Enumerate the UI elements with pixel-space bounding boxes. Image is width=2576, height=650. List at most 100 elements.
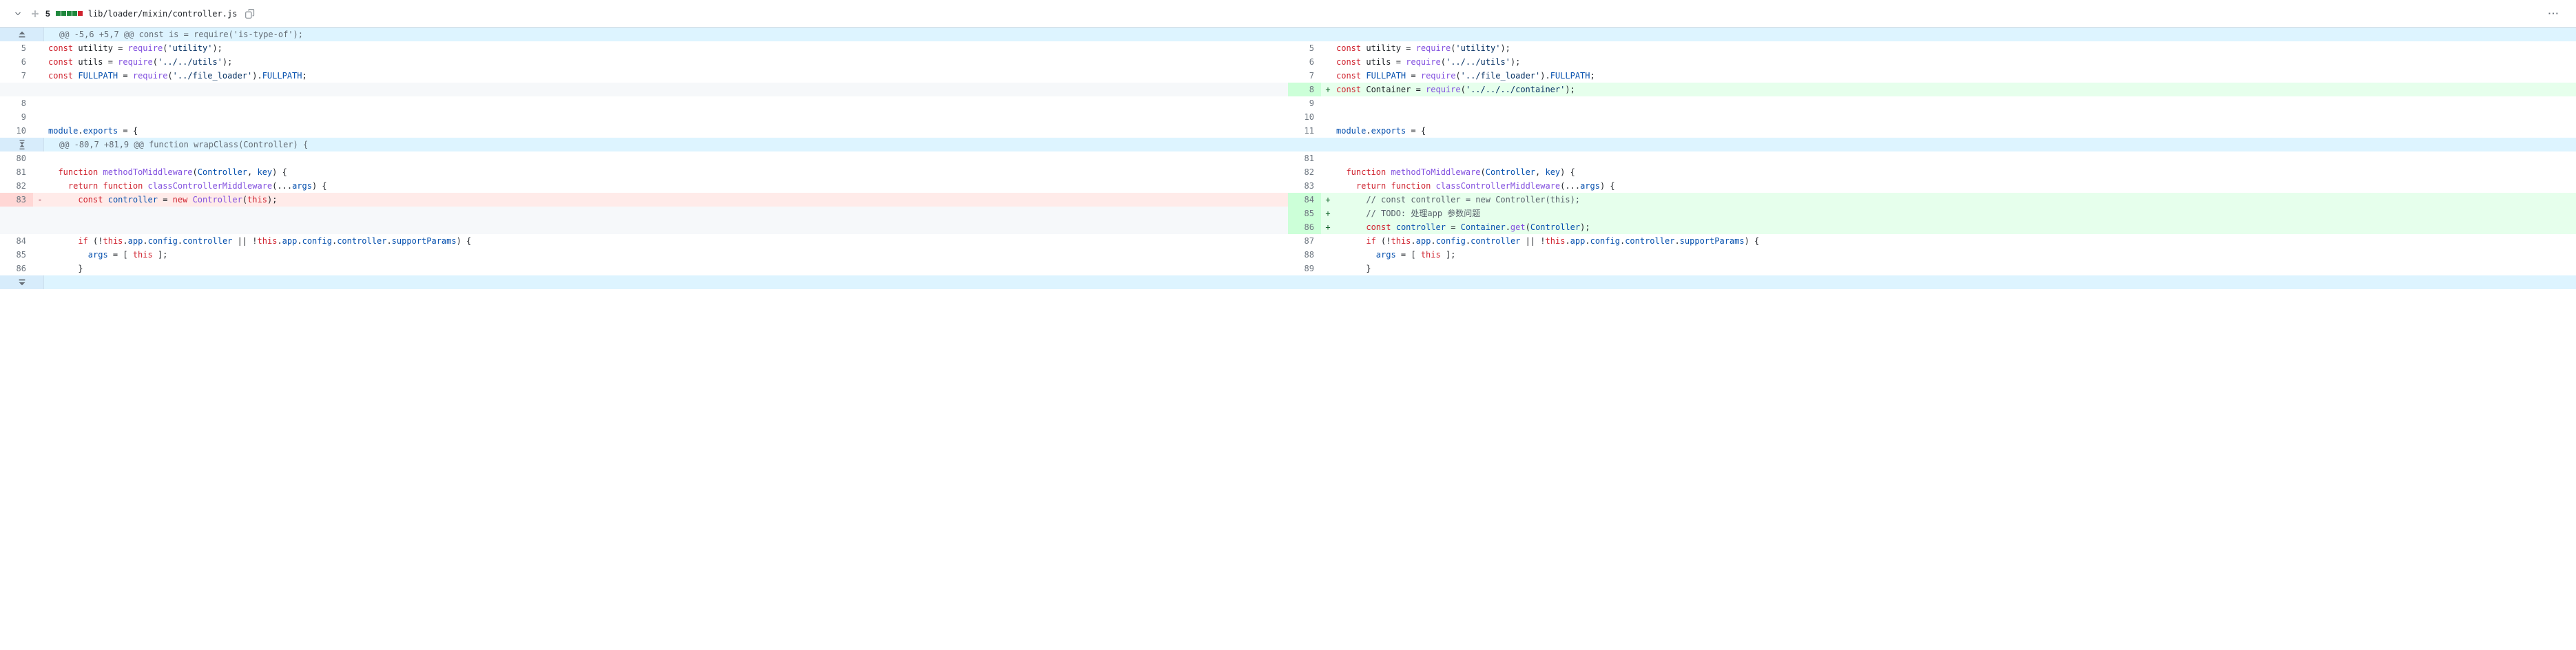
diff-marker: + (1321, 83, 1335, 96)
code-content: } (1335, 262, 2576, 275)
line-number[interactable]: 84 (1288, 193, 1321, 207)
line-number[interactable]: 85 (1288, 207, 1321, 220)
line-number[interactable]: 9 (0, 110, 33, 124)
line-number[interactable]: 80 (0, 151, 33, 165)
diff-line[interactable]: 85 args = [ this ]; (0, 248, 1288, 262)
expand-both-button[interactable] (0, 138, 44, 151)
code-content: const FULLPATH = require('../file_loader… (1335, 69, 2576, 83)
line-number[interactable]: 5 (1288, 41, 1321, 55)
diff-line[interactable]: 8+const Container = require('../../../co… (1288, 83, 2576, 96)
line-number[interactable]: 84 (0, 234, 33, 248)
diff-line[interactable]: 7 const FULLPATH = require('../file_loade… (1288, 69, 2576, 83)
diff-marker (1321, 165, 1335, 179)
diff-line[interactable]: 81 function methodToMiddleware(Controlle… (0, 165, 1288, 179)
diff-count: 5 (45, 9, 50, 19)
line-number[interactable]: 83 (0, 193, 33, 207)
diff-line[interactable]: 9 (0, 110, 1288, 124)
diff-marker (1321, 234, 1335, 248)
diff-line[interactable]: 82 return function classControllerMiddle… (0, 179, 1288, 193)
expand-down-button[interactable] (0, 275, 44, 289)
diff-line[interactable]: 80 (0, 151, 1288, 165)
diff-marker (1321, 55, 1335, 69)
diff-line[interactable]: 11module.exports = { (1288, 124, 2576, 138)
diff-marker (33, 55, 47, 69)
diff-marker (33, 41, 47, 55)
diff-left-side: 8081 function methodToMiddleware(Control… (0, 151, 1288, 275)
code-content: const utility = require('utility'); (47, 41, 1288, 55)
line-number[interactable]: 83 (1288, 179, 1321, 193)
diff-line[interactable] (0, 207, 1288, 220)
diff-line[interactable] (0, 220, 1288, 234)
diff-marker (33, 179, 47, 193)
diff-marker (33, 124, 47, 138)
line-number[interactable]: 5 (0, 41, 33, 55)
line-number[interactable]: 8 (1288, 83, 1321, 96)
line-number[interactable]: 7 (1288, 69, 1321, 83)
diff-line[interactable]: 7const FULLPATH = require('../file_loade… (0, 69, 1288, 83)
code-content: if (!this.app.config.controller || !this… (47, 234, 1288, 248)
line-number[interactable]: 9 (1288, 96, 1321, 110)
diff-line[interactable]: 9 (1288, 96, 2576, 110)
collapse-button[interactable] (11, 7, 25, 21)
expand-down-icon (17, 277, 27, 287)
diff-line[interactable]: 6const utils = require('../../utils'); (0, 55, 1288, 69)
diff-line[interactable]: 88 args = [ this ]; (1288, 248, 2576, 262)
line-number[interactable]: 82 (1288, 165, 1321, 179)
diff-bar-add (67, 11, 72, 16)
diff-line[interactable]: 5const utility = require('utility'); (1288, 41, 2576, 55)
diff-line[interactable]: 85+ // TODO: 处理app 参数问题 (1288, 207, 2576, 220)
expand-up-button[interactable] (0, 28, 44, 41)
diff-marker (1321, 96, 1335, 110)
diff-line[interactable]: 5 const utility = require('utility'); (0, 41, 1288, 55)
code-content: const controller = Container.get(Control… (1335, 220, 2576, 234)
line-number[interactable]: 85 (0, 248, 33, 262)
diff-line[interactable]: 10 (1288, 110, 2576, 124)
line-number[interactable]: 86 (0, 262, 33, 275)
line-number[interactable]: 86 (1288, 220, 1321, 234)
drag-handle-icon[interactable] (30, 9, 40, 19)
diff-line[interactable]: 10 module.exports = { (0, 124, 1288, 138)
code-content: const Container = require('../../../cont… (1335, 83, 2576, 96)
kebab-icon: ··· (2548, 8, 2559, 19)
diff-line[interactable]: 8 (0, 96, 1288, 110)
diff-line[interactable]: 82 function methodToMiddleware(Controlle… (1288, 165, 2576, 179)
line-number[interactable]: 81 (0, 165, 33, 179)
line-number[interactable]: 6 (0, 55, 33, 69)
copy-path-button[interactable] (242, 6, 258, 21)
line-number[interactable]: 6 (1288, 55, 1321, 69)
diff-right-side: 5const utility = require('utility');6con… (1288, 41, 2576, 138)
line-number[interactable]: 7 (0, 69, 33, 83)
diff-marker (1321, 69, 1335, 83)
line-number[interactable]: 11 (1288, 124, 1321, 138)
diff-line[interactable]: 83- const controller = new Controller(th… (0, 193, 1288, 207)
line-number[interactable]: 81 (1288, 151, 1321, 165)
diff-line[interactable]: 6const utils = require('../../utils'); (1288, 55, 2576, 69)
diff-line[interactable]: 86+ const controller = Container.get(Con… (1288, 220, 2576, 234)
diff-marker (33, 110, 47, 124)
code-content (47, 110, 1288, 124)
code-content: module.exports = { (47, 124, 1288, 138)
diff-line[interactable]: 81 (1288, 151, 2576, 165)
diff-line[interactable]: 83 return function classControllerMiddle… (1288, 179, 2576, 193)
line-number[interactable]: 87 (1288, 234, 1321, 248)
diff-line[interactable]: 87 if (!this.app.config.controller || !t… (1288, 234, 2576, 248)
line-number[interactable]: 10 (0, 124, 33, 138)
line-number[interactable]: 8 (0, 96, 33, 110)
diff-line[interactable] (0, 83, 1288, 96)
line-number[interactable]: 88 (1288, 248, 1321, 262)
code-content: args = [ this ]; (1335, 248, 2576, 262)
line-number[interactable]: 10 (1288, 110, 1321, 124)
diff-bar-add (56, 11, 61, 16)
diff-left-side: 5 const utility = require('utility');6con… (0, 41, 1288, 138)
hunk-header-row: @@ -80,7 +81,9 @@ function wrapClass(Con… (0, 138, 2576, 151)
line-number[interactable]: 82 (0, 179, 33, 193)
diff-line[interactable]: 86 } (0, 262, 1288, 275)
diff-marker (1321, 124, 1335, 138)
diff-line[interactable]: 84+ // const controller = new Controller… (1288, 193, 2576, 207)
diff-line[interactable]: 84 if (!this.app.config.controller || !t… (0, 234, 1288, 248)
line-number[interactable]: 89 (1288, 262, 1321, 275)
more-menu-button[interactable]: ··· (2543, 6, 2565, 21)
file-path[interactable]: lib/loader/mixin/controller.js (88, 9, 238, 19)
diff-marker (1321, 248, 1335, 262)
diff-line[interactable]: 89 } (1288, 262, 2576, 275)
